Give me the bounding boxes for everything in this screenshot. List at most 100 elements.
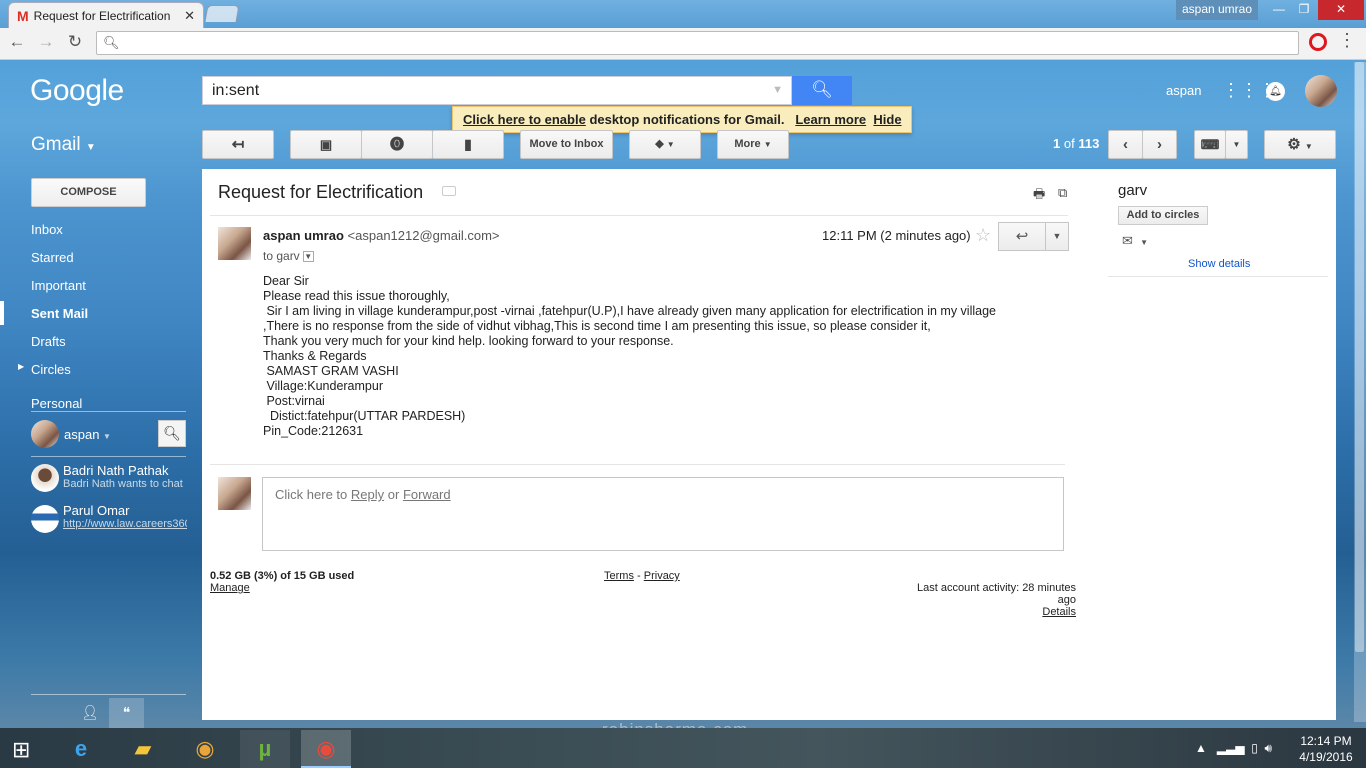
manage-link[interactable]: Manage <box>210 582 250 594</box>
personal-label[interactable]: Personal <box>31 396 82 411</box>
hide-link[interactable]: Hide <box>873 112 901 127</box>
account-name[interactable]: aspan <box>1166 83 1201 98</box>
chat-user-avatar[interactable] <box>31 420 59 448</box>
gear-icon: ⚙ <box>1287 136 1301 153</box>
star-icon[interactable]: ☆ <box>975 225 991 246</box>
search-options-icon[interactable]: ▼ <box>772 77 783 104</box>
new-tab-button[interactable] <box>204 5 240 22</box>
settings-button[interactable]: ⚙ ▼ <box>1264 130 1336 159</box>
google-logo[interactable]: Google <box>30 74 124 108</box>
label-tag-icon[interactable] <box>442 186 456 196</box>
pager-of: of <box>1063 136 1075 151</box>
chevron-down-icon: ▼ <box>666 140 675 149</box>
sidebar-item-drafts[interactable]: Drafts <box>31 334 66 349</box>
address-bar[interactable]: 🔍︎ <box>96 31 1299 55</box>
add-to-circles-button[interactable]: Add to circles <box>1118 206 1208 225</box>
recipients[interactable]: to garv ▼ <box>263 249 314 263</box>
forward-link[interactable]: Forward <box>403 487 451 502</box>
sidebar-item-important[interactable]: Important <box>31 278 86 293</box>
terms-link[interactable]: Terms <box>604 570 634 582</box>
search-button[interactable]: 🔍︎ <box>792 76 852 105</box>
browser-menu-icon[interactable]: ⋮ <box>1338 30 1356 51</box>
divider <box>210 464 1065 465</box>
expand-circles-icon[interactable]: ▶ <box>18 362 24 371</box>
scrollbar-thumb[interactable] <box>1355 62 1364 652</box>
chat-search-button[interactable]: 🔍︎ <box>158 420 186 447</box>
opera-icon[interactable] <box>1309 33 1327 51</box>
reply-prompt: Click here to <box>275 487 348 502</box>
show-details-link[interactable]: Show details <box>1188 258 1250 270</box>
volume-icon[interactable]: 🔊︎ <box>1265 741 1273 755</box>
chrome-icon[interactable]: ◉ <box>180 730 230 768</box>
trash-icon: ▮ <box>464 136 472 152</box>
sidebar-item-sent-mail[interactable]: Sent Mail <box>31 306 88 321</box>
internet-explorer-icon[interactable]: e <box>56 730 106 768</box>
sidebar-item-inbox[interactable]: Inbox <box>31 222 63 237</box>
system-tray[interactable]: ▲ ▂▃▅ ▯ 🔊︎ <box>1195 741 1272 756</box>
contact-item[interactable]: Parul Omar http://www.law.careers360 <box>63 503 187 530</box>
search-icon: 🔍︎ <box>811 80 833 99</box>
chevron-down-icon: ▼ <box>1140 238 1149 247</box>
browser-tab-active[interactable]: M Request for Electrification ✕ <box>8 2 204 28</box>
reply-button[interactable]: ↩ <box>998 222 1046 251</box>
show-hidden-icon[interactable]: ▲ <box>1195 741 1207 755</box>
forward-icon[interactable]: → <box>35 32 57 52</box>
move-to-inbox-button[interactable]: Move to Inbox <box>520 130 613 159</box>
sender[interactable]: aspan umrao <aspan1212@gmail.com> <box>263 228 500 243</box>
more-button[interactable]: More ▼ <box>717 130 789 159</box>
hangouts-icon[interactable]: ❝ <box>109 698 144 728</box>
more-actions-button[interactable]: ▼ <box>1045 222 1069 251</box>
compose-button[interactable]: COMPOSE <box>31 178 146 207</box>
chevron-down-icon: ▼ <box>763 140 772 149</box>
battery-icon[interactable]: ▯ <box>1251 741 1258 755</box>
contact-avatar[interactable] <box>31 464 59 492</box>
input-tools-button[interactable]: ⌨ <box>1194 130 1226 159</box>
labels-button[interactable]: ◆ ▼ <box>629 130 701 159</box>
file-explorer-icon[interactable]: ▰ <box>118 730 168 768</box>
windows-start-icon[interactable]: ⊞ <box>12 737 30 763</box>
sender-avatar[interactable] <box>218 227 251 260</box>
older-button[interactable]: › <box>1142 130 1177 159</box>
reply-box[interactable]: Click here to Reply or Forward <box>262 477 1064 551</box>
archive-button[interactable]: ▣ <box>290 130 362 159</box>
notifications-bell-icon[interactable]: 🔔︎ <box>1266 82 1285 101</box>
contact-item[interactable]: Badri Nath Pathak Badri Nath wants to ch… <box>63 463 187 490</box>
search-input[interactable]: in:sent ▼ <box>202 76 792 105</box>
show-details-icon[interactable]: ▼ <box>302 251 314 263</box>
email-contact-menu[interactable]: ✉ ▼ <box>1122 233 1148 249</box>
divider <box>210 215 1068 216</box>
learn-more-link[interactable]: Learn more <box>795 112 866 127</box>
back-to-sent-button[interactable]: ↤ <box>202 130 274 159</box>
chat-user-menu[interactable]: aspan ▼ <box>64 427 111 442</box>
reload-icon[interactable]: ↻ <box>64 32 86 52</box>
account-avatar[interactable] <box>1305 75 1337 107</box>
close-tab-icon[interactable]: ✕ <box>184 8 195 24</box>
archive-icon: ▣ <box>319 137 333 152</box>
newer-button[interactable]: ‹ <box>1108 130 1143 159</box>
print-icon[interactable]: 🖶︎ <box>1033 185 1045 207</box>
maximize-icon[interactable]: ❐ <box>1287 0 1321 20</box>
close-window-icon[interactable]: ✕ <box>1318 0 1364 20</box>
privacy-link[interactable]: Privacy <box>644 570 680 582</box>
more-label: More <box>734 138 761 150</box>
back-icon[interactable]: ← <box>6 32 28 52</box>
browser-profile-name[interactable]: aspan umrao <box>1176 0 1258 20</box>
person-icon[interactable]: 👤︎ <box>81 704 99 721</box>
clock-time: 12:14 PM <box>1300 734 1352 748</box>
gmail-menu[interactable]: Gmail ▼ <box>31 134 96 156</box>
new-window-icon[interactable]: ⧉ <box>1058 185 1067 201</box>
contact-name: Badri Nath Pathak <box>63 463 169 478</box>
sidebar-item-starred[interactable]: Starred <box>31 250 74 265</box>
chrome-active-icon[interactable]: ◉ <box>301 730 351 768</box>
sidebar-item-circles[interactable]: Circles <box>31 362 71 377</box>
input-tools-dropdown[interactable]: ▼ <box>1225 130 1248 159</box>
taskbar-clock[interactable]: 12:14 PM 4/19/2016 <box>1294 733 1358 765</box>
report-spam-button[interactable]: ⓿ <box>361 130 433 159</box>
enable-notifications-link[interactable]: Click here to enable <box>463 112 586 127</box>
reply-link[interactable]: Reply <box>351 487 384 502</box>
contact-avatar[interactable] <box>31 505 59 533</box>
delete-button[interactable]: ▮ <box>432 130 504 159</box>
network-icon[interactable]: ▂▃▅ <box>1217 741 1245 755</box>
details-link[interactable]: Details <box>1042 606 1076 618</box>
utorrent-icon[interactable]: µ <box>240 730 290 768</box>
